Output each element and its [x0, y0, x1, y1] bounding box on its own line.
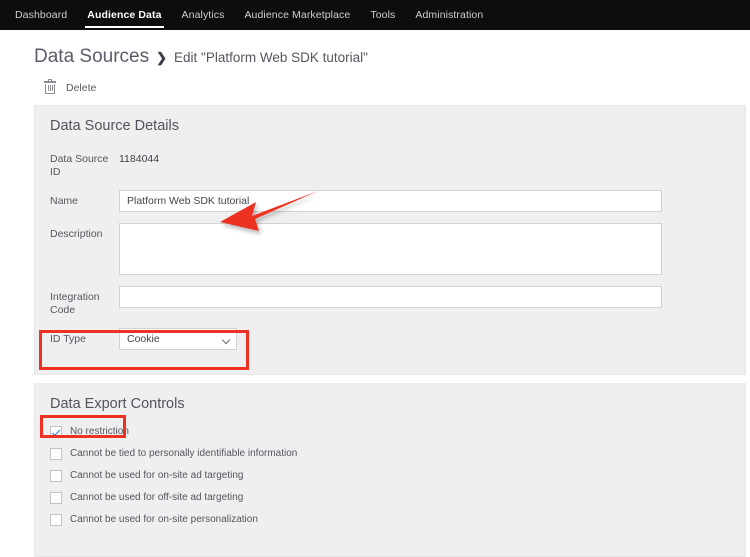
checkbox-row-no-restriction[interactable]: No restriction — [35, 426, 745, 438]
nav-item-audience-marketplace[interactable]: Audience Marketplace — [234, 0, 360, 30]
name-label: Name — [50, 195, 79, 207]
field-row-description: Description — [35, 223, 745, 275]
nav-item-label: Audience Data — [87, 9, 162, 21]
nav-item-label: Dashboard — [15, 9, 68, 21]
nav-item-label: Analytics — [181, 9, 225, 21]
checkbox-no-restriction[interactable] — [50, 426, 62, 438]
checkbox-row-no-offsite-ad-targeting[interactable]: Cannot be used for off-site ad targeting — [35, 492, 745, 504]
data-source-id-value: 1184044 — [119, 153, 160, 165]
id-type-selected-value: Cookie — [127, 333, 160, 345]
checkbox-row-no-onsite-personalization[interactable]: Cannot be used for on-site personalizati… — [35, 514, 745, 526]
delete-button[interactable]: Delete — [38, 78, 102, 97]
nav-item-tools[interactable]: Tools — [360, 0, 405, 30]
id-type-label: ID Type — [50, 333, 86, 345]
delete-button-label: Delete — [66, 81, 97, 94]
checkbox-cannot-be-used-offsite-ad-targeting[interactable] — [50, 492, 62, 504]
checkbox-row-no-pii[interactable]: Cannot be tied to personally identifiabl… — [35, 448, 745, 460]
nav-item-label: Audience Marketplace — [244, 9, 351, 21]
description-label: Description — [50, 228, 103, 240]
breadcrumb-separator-icon: ❯ — [156, 50, 168, 65]
trash-icon — [44, 79, 56, 94]
nav-item-dashboard[interactable]: Dashboard — [5, 0, 77, 30]
name-input[interactable] — [119, 190, 662, 212]
field-row-name: Name — [35, 190, 745, 212]
data-export-controls-panel: Data Export Controls No restriction Cann… — [34, 383, 746, 557]
data-export-controls-title: Data Export Controls — [50, 396, 185, 412]
action-toolbar: Delete — [0, 68, 750, 97]
nav-item-administration[interactable]: Administration — [405, 0, 493, 30]
data-source-details-panel: Data Source Details Data Source ID 11840… — [34, 105, 746, 375]
checkbox-cannot-be-used-onsite-personalization[interactable] — [50, 514, 62, 526]
checkbox-cannot-be-tied-to-pii[interactable] — [50, 448, 62, 460]
nav-item-label: Administration — [415, 9, 484, 21]
id-type-select[interactable]: Cookie — [119, 328, 237, 350]
integration-code-label: Integration Code — [50, 291, 100, 316]
checkbox-cannot-be-used-onsite-ad-targeting[interactable] — [50, 470, 62, 482]
checkbox-row-no-onsite-ad-targeting[interactable]: Cannot be used for on-site ad targeting — [35, 470, 745, 482]
breadcrumb: Data Sources ❯ Edit "Platform Web SDK tu… — [0, 30, 750, 68]
top-navigation-bar: Dashboard Audience Data Analytics Audien… — [0, 0, 750, 30]
data-source-id-label: Data Source ID — [50, 153, 109, 178]
breadcrumb-current-page: Edit "Platform Web SDK tutorial" — [174, 50, 368, 65]
nav-item-label: Tools — [370, 9, 396, 21]
field-row-id-type: ID Type Cookie — [35, 328, 745, 350]
checkbox-label: Cannot be used for on-site ad targeting — [70, 470, 244, 481]
page-content: Data Sources ❯ Edit "Platform Web SDK tu… — [0, 30, 750, 557]
nav-item-analytics[interactable]: Analytics — [172, 0, 235, 30]
checkbox-label: No restriction — [70, 426, 129, 437]
field-row-data-source-id: Data Source ID 1184044 — [35, 148, 745, 179]
chevron-down-icon — [223, 336, 230, 343]
integration-code-input[interactable] — [119, 286, 662, 308]
description-textarea[interactable] — [119, 223, 662, 275]
breadcrumb-link-data-sources[interactable]: Data Sources — [34, 46, 149, 68]
checkbox-label: Cannot be tied to personally identifiabl… — [70, 448, 298, 459]
field-row-integration-code: Integration Code — [35, 286, 745, 317]
checkbox-label: Cannot be used for off-site ad targeting — [70, 492, 244, 503]
checkbox-label: Cannot be used for on-site personalizati… — [70, 514, 258, 525]
data-source-details-title: Data Source Details — [50, 118, 179, 134]
nav-item-audience-data[interactable]: Audience Data — [77, 0, 171, 30]
